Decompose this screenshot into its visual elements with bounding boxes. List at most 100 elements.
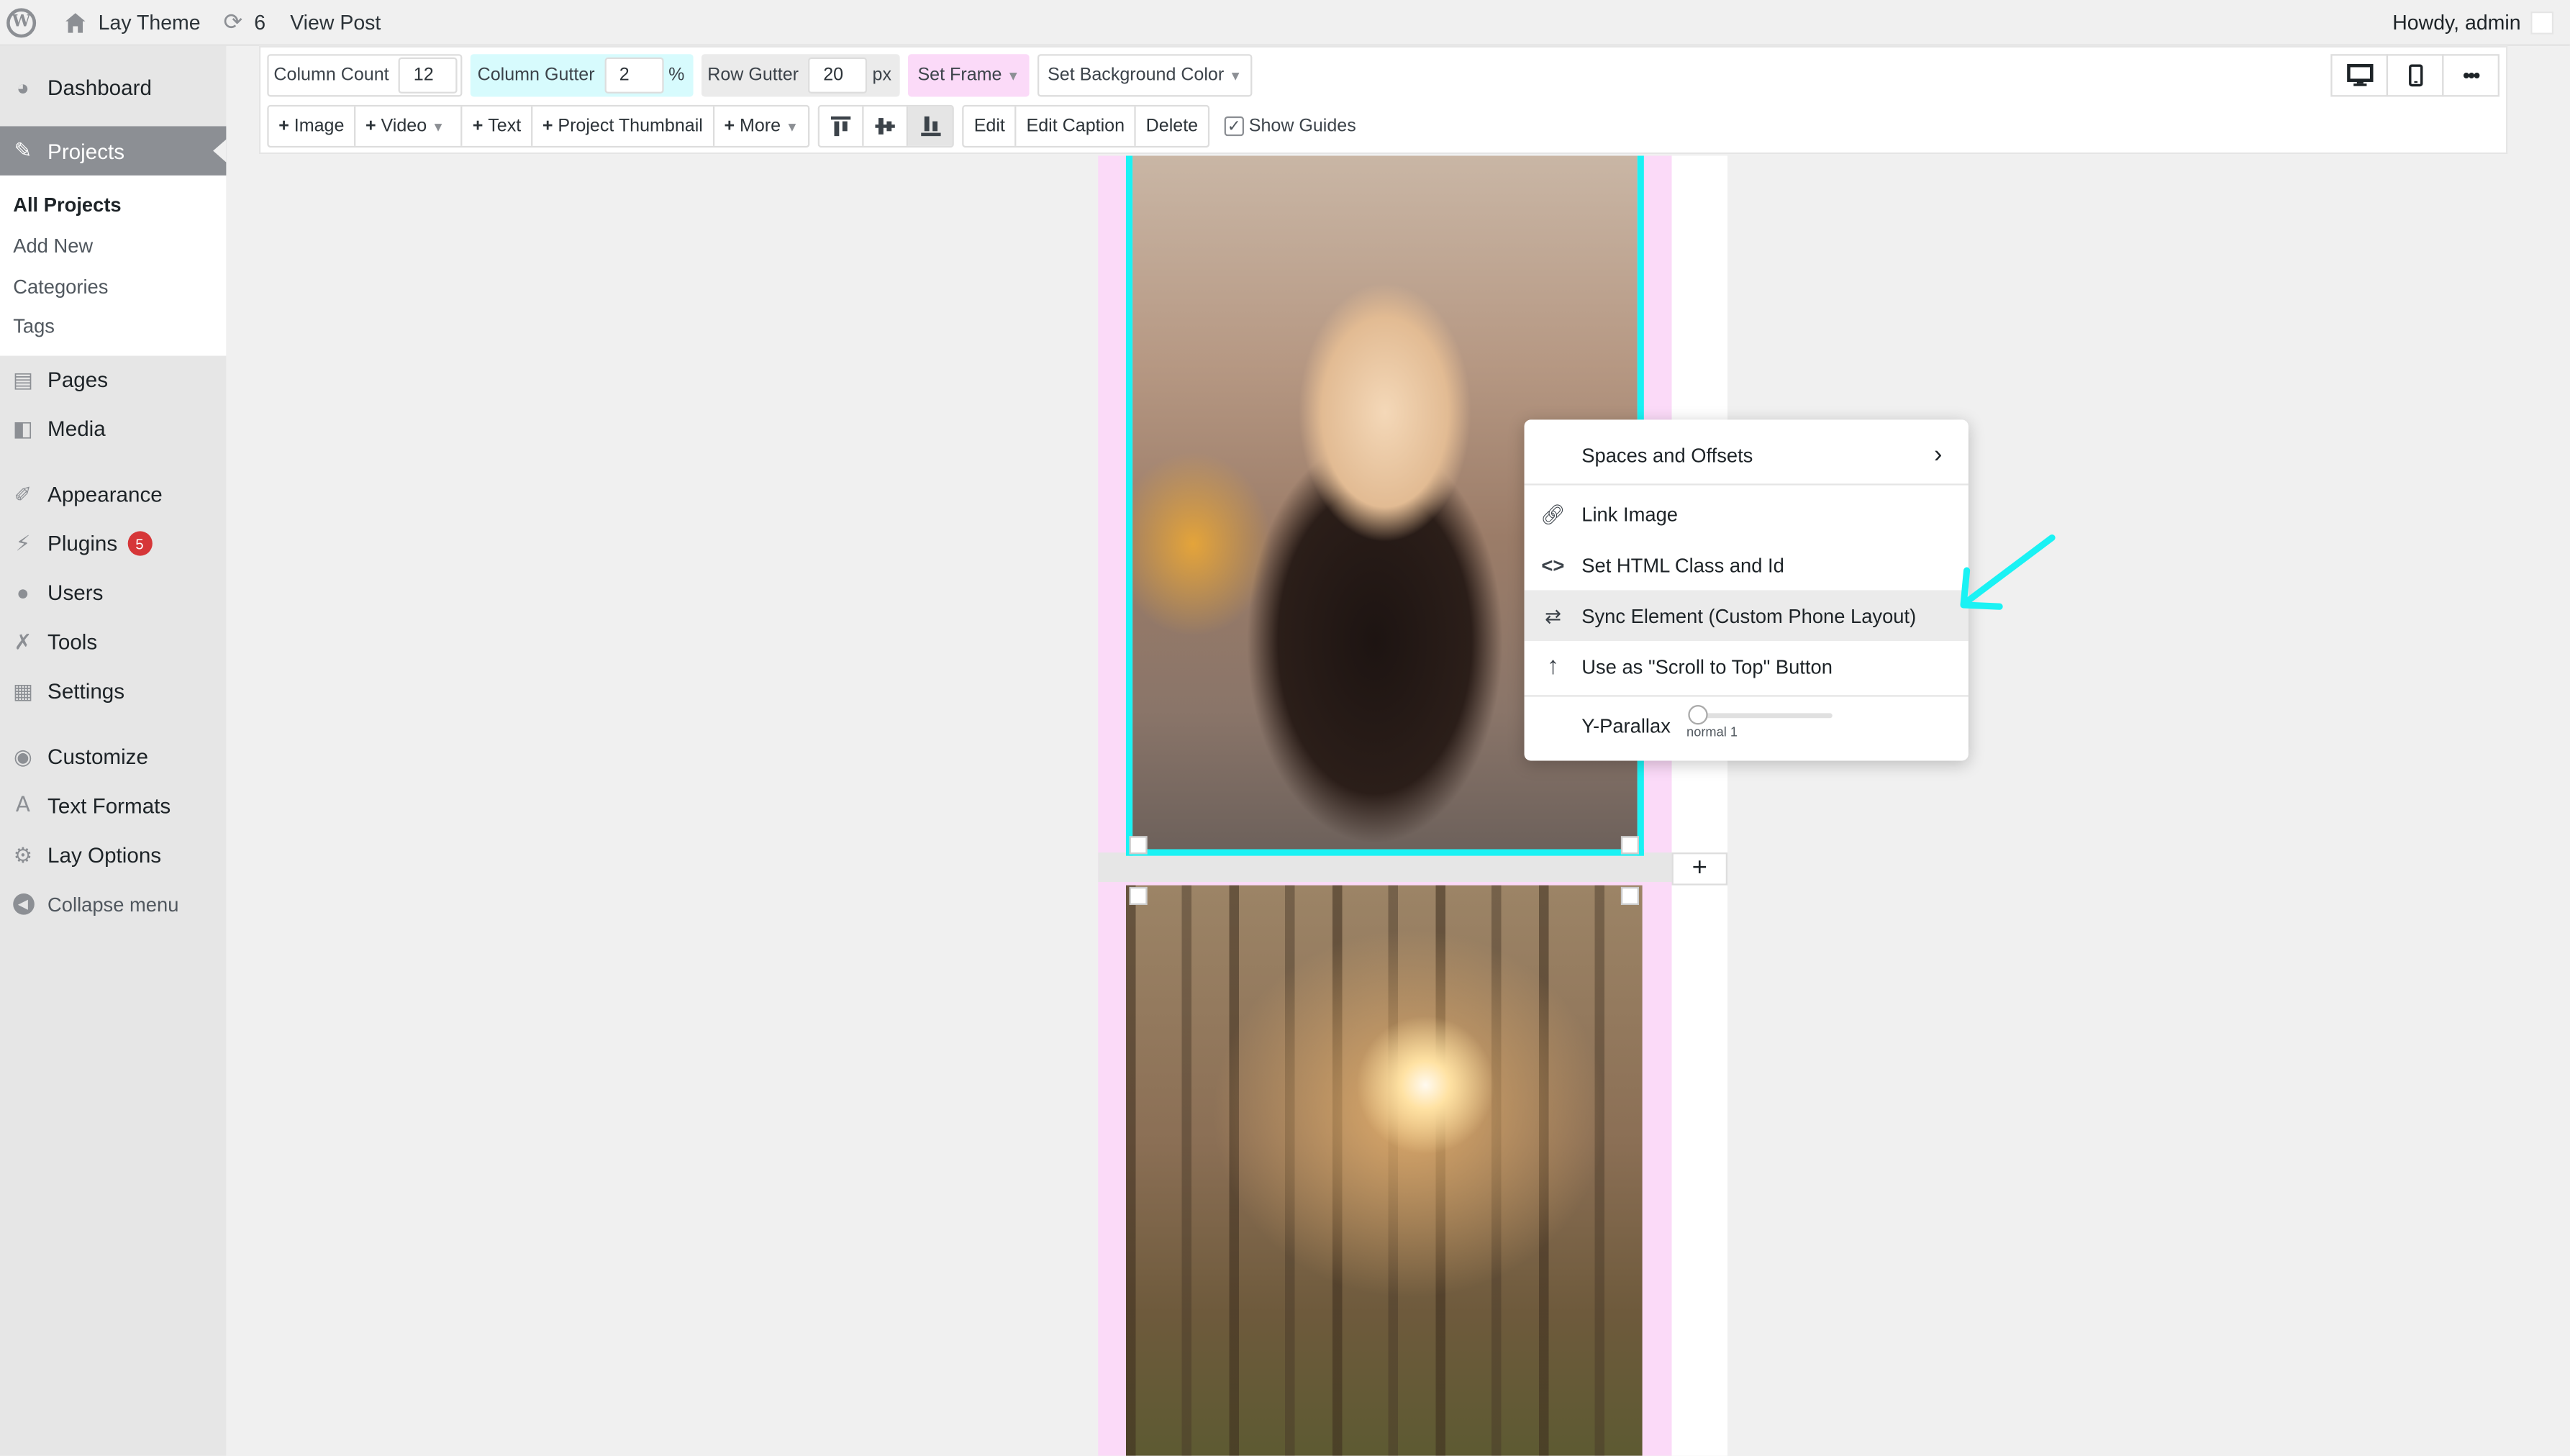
updates-count: 6: [254, 10, 266, 34]
eye-icon: ◉: [13, 744, 32, 769]
add-text-button[interactable]: + Text: [463, 106, 533, 146]
sidebar-item-label: Customize: [47, 745, 148, 770]
edit-caption-button[interactable]: Edit Caption: [1017, 106, 1137, 146]
sidebar-item-tools[interactable]: ✗ Tools: [0, 618, 226, 667]
site-name-link[interactable]: Lay Theme: [47, 0, 212, 45]
sidebar-item-dashboard[interactable]: ◕ Dashboard: [0, 63, 226, 112]
show-guides-toggle[interactable]: ✓ Show Guides: [1224, 116, 1356, 137]
sidebar-item-label: Lay Options: [47, 842, 162, 868]
desktop-view-button[interactable]: [2330, 54, 2389, 97]
plugins-update-badge: 5: [127, 531, 153, 557]
plus-icon: +: [1692, 854, 1707, 883]
sidebar-item-appearance[interactable]: ✐ Appearance: [0, 470, 226, 519]
dashboard-icon: ◕: [16, 74, 29, 99]
wordpress-logo-button[interactable]: W: [0, 0, 47, 45]
set-background-color-button[interactable]: Set Background Color ▼: [1037, 54, 1252, 97]
sidebar-item-label: Dashboard: [47, 74, 152, 99]
delete-button[interactable]: Delete: [1136, 106, 1208, 146]
align-bottom-button[interactable]: [908, 106, 953, 146]
menu-item-sync-element[interactable]: ⇄ Sync Element (Custom Phone Layout): [1524, 590, 1969, 642]
avatar: [2530, 10, 2554, 34]
submenu-item-categories[interactable]: Categories: [0, 266, 226, 306]
settings-icon: ▦: [12, 678, 33, 704]
resize-handle-bottom-right[interactable]: [1620, 836, 1639, 855]
align-middle-button[interactable]: [864, 106, 909, 146]
add-more-button[interactable]: + More ▼: [714, 106, 809, 146]
gear-icon: ⚙: [13, 842, 33, 868]
gridder-toolbar: Column Count 12 Column Gutter 2 % Row Gu…: [258, 45, 2508, 155]
sidebar-item-label: Appearance: [47, 482, 163, 507]
edit-button[interactable]: Edit: [964, 106, 1017, 146]
add-project-thumbnail-button[interactable]: + Project Thumbnail: [532, 106, 714, 146]
resize-handle-top-right[interactable]: [1620, 886, 1639, 906]
sidebar-item-media[interactable]: ◧ Media: [0, 404, 226, 453]
plus-icon: +: [542, 116, 553, 137]
menu-item-spaces-and-offsets[interactable]: Spaces and Offsets ›: [1525, 429, 1969, 481]
set-frame-button[interactable]: Set Frame ▼: [907, 54, 1030, 97]
howdy-text: Howdy, admin: [2392, 10, 2521, 34]
resize-handle-top-left[interactable]: [1129, 886, 1148, 906]
submenu-item-add-new[interactable]: Add New: [0, 226, 226, 266]
more-options-button[interactable]: •••: [2442, 54, 2499, 97]
phone-view-button[interactable]: [2386, 54, 2444, 97]
chevron-right-icon: ›: [1934, 441, 1943, 469]
add-project-thumbnail-label: Project Thumbnail: [558, 116, 703, 137]
submenu-item-all-projects[interactable]: All Projects: [0, 186, 226, 226]
row-gutter-input[interactable]: 20: [808, 57, 868, 94]
collapse-icon: ◀: [10, 891, 36, 917]
image-element[interactable]: [1125, 885, 1643, 1456]
submenu-item-tags[interactable]: Tags: [0, 306, 226, 347]
phone-icon: [2407, 64, 2423, 87]
dropdown-arrow-icon: ▼: [785, 119, 799, 134]
sidebar-item-projects[interactable]: ✎ Projects: [0, 126, 227, 176]
align-bottom-icon: [920, 116, 941, 137]
dropdown-arrow-icon: ▼: [432, 119, 445, 134]
y-parallax-value: normal 1: [1686, 724, 1738, 740]
sidebar-item-settings[interactable]: ▦ Settings: [0, 667, 226, 716]
sidebar-item-customize[interactable]: ◉ Customize: [0, 732, 226, 781]
my-account-menu[interactable]: Howdy, admin: [2392, 10, 2570, 34]
updates-link[interactable]: ⟳ 6: [212, 0, 277, 45]
sidebar-item-pages[interactable]: ▤ Pages: [0, 355, 226, 404]
ellipsis-icon: •••: [2463, 63, 2480, 87]
plus-icon: +: [365, 116, 376, 137]
sidebar-item-lay-options[interactable]: ⚙ Lay Options: [0, 831, 226, 880]
element-context-menu: Spaces and Offsets › 🔗︎ Link Image <> Se…: [1524, 419, 1969, 761]
align-top-button[interactable]: [820, 106, 865, 146]
column-count-label: Column Count: [273, 65, 389, 86]
wrench-icon: ✗: [14, 629, 32, 654]
add-row-button[interactable]: +: [1671, 852, 1728, 886]
link-icon: 🔗︎: [1540, 502, 1566, 526]
add-video-button[interactable]: + Video ▼: [355, 106, 463, 146]
y-parallax-slider-handle[interactable]: [1688, 704, 1708, 725]
add-image-label: Image: [294, 116, 345, 137]
sidebar-item-users[interactable]: ● Users: [0, 568, 226, 617]
collapse-menu-label: Collapse menu: [47, 893, 179, 916]
menu-item-scroll-to-top[interactable]: ↑ Use as "Scroll to Top" Button: [1525, 641, 1969, 692]
menu-item-set-html-class[interactable]: <> Set HTML Class and Id: [1525, 540, 1969, 591]
resize-handle-bottom-left[interactable]: [1129, 836, 1148, 855]
view-post-label: View Post: [290, 10, 381, 34]
y-parallax-row: Y-Parallax: [1525, 700, 1969, 751]
menu-item-link-image[interactable]: 🔗︎ Link Image: [1525, 488, 1969, 540]
sidebar-item-plugins[interactable]: ⚡ Plugins 5: [0, 519, 226, 568]
y-parallax-slider-track[interactable]: [1694, 713, 1833, 719]
home-icon: [65, 12, 86, 32]
plus-icon: +: [472, 116, 483, 137]
set-background-color-label: Set Background Color: [1048, 65, 1225, 86]
checkbox-checked-icon: ✓: [1224, 116, 1244, 137]
collapse-menu-button[interactable]: ◀ Collapse menu: [0, 880, 226, 929]
sidebar-item-label: Text Formats: [47, 793, 171, 819]
view-post-link[interactable]: View Post: [277, 0, 392, 45]
column-gutter-input[interactable]: 2: [604, 57, 664, 94]
column-count-input[interactable]: 12: [399, 57, 458, 94]
sidebar-item-label: Users: [47, 581, 104, 606]
menu-item-label: Sync Element (Custom Phone Layout): [1581, 604, 1917, 627]
row-gutter-divider: [1098, 852, 1672, 883]
sidebar-item-text-formats[interactable]: A Text Formats: [0, 782, 226, 831]
arrow-up-icon: ↑: [1546, 652, 1559, 681]
menu-item-label: Link Image: [1581, 502, 1678, 526]
menu-divider: [1524, 695, 1969, 697]
sidebar-item-label: Projects: [47, 138, 125, 163]
add-image-button[interactable]: + Image: [269, 106, 356, 146]
